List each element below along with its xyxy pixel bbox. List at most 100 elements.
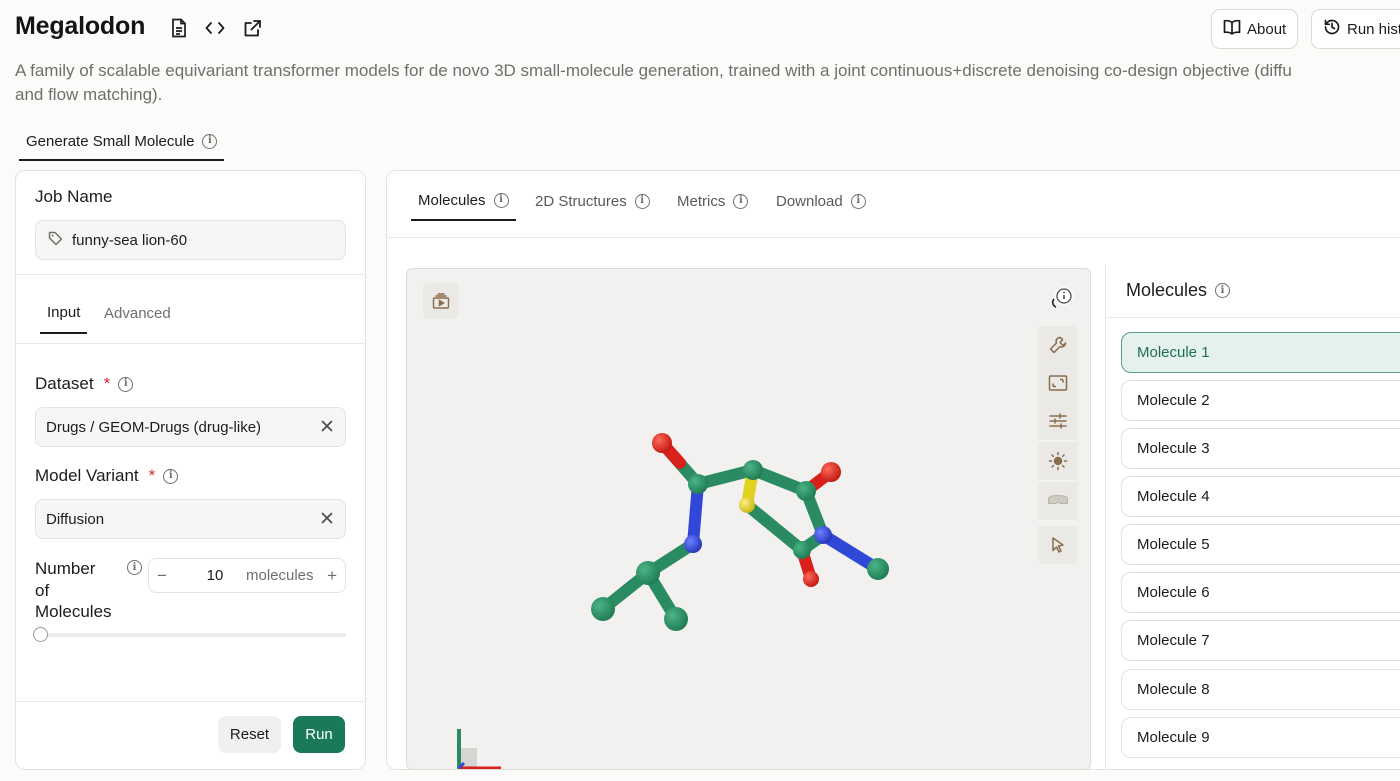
- quantity-value[interactable]: 10: [200, 567, 230, 584]
- tab-2d-structures-label: 2D Structures: [535, 192, 627, 210]
- book-icon: [1223, 19, 1241, 39]
- spinner-icon[interactable]: [1038, 283, 1078, 321]
- axes-gizmo: [457, 729, 501, 769]
- dataset-label-text: Dataset: [35, 374, 94, 393]
- molecule-structure: [457, 433, 889, 769]
- tab-molecules[interactable]: Molecules i: [411, 181, 516, 221]
- carbon-atom: [867, 558, 889, 580]
- info-icon[interactable]: i: [850, 193, 866, 209]
- glasses-icon[interactable]: [1038, 482, 1078, 520]
- tab-metrics[interactable]: Metrics i: [677, 181, 749, 221]
- carbon-atom: [743, 460, 763, 480]
- model-variant-label-text: Model Variant: [35, 466, 139, 485]
- wrench-icon[interactable]: [1038, 326, 1078, 364]
- dataset-value: Drugs / GEOM-Drugs (drug-like): [46, 418, 262, 436]
- molecules-panel-title: Molecules i: [1126, 280, 1231, 301]
- list-item-molecule-2[interactable]: Molecule 2: [1121, 380, 1400, 421]
- tab-input[interactable]: Input: [40, 292, 88, 334]
- model-variant-label: Model Variant * i: [35, 466, 179, 486]
- run-history-label: Run hist: [1347, 20, 1400, 38]
- label-line: Molecules: [35, 602, 112, 621]
- info-icon[interactable]: i: [634, 193, 650, 209]
- divider: [16, 274, 365, 275]
- tab-generate-small-molecule[interactable]: Generate Small Molecule i: [19, 123, 225, 161]
- clear-icon[interactable]: [321, 511, 333, 528]
- list-item-molecule-9[interactable]: Molecule 9: [1121, 717, 1400, 758]
- quantity-stepper[interactable]: − 10 molecules +: [148, 558, 346, 593]
- external-link-icon[interactable]: [241, 17, 263, 39]
- run-button[interactable]: Run: [293, 716, 345, 753]
- required-mark: *: [103, 374, 111, 393]
- info-icon[interactable]: i: [127, 560, 142, 575]
- job-name-input[interactable]: funny-sea lion-60: [35, 220, 346, 260]
- job-name-label: Job Name: [35, 187, 112, 207]
- carbon-atom: [664, 607, 688, 631]
- about-label: About: [1247, 20, 1287, 38]
- info-icon[interactable]: i: [733, 193, 749, 209]
- run-history-button[interactable]: Run hist: [1311, 9, 1400, 49]
- divider: [1105, 265, 1106, 770]
- molecule-3d-viewer[interactable]: [406, 268, 1091, 770]
- tab-2d-structures[interactable]: 2D Structures i: [535, 181, 650, 221]
- list-item-molecule-7[interactable]: Molecule 7: [1121, 620, 1400, 661]
- carbon-atom: [636, 561, 660, 585]
- number-of-molecules-label: Number of Molecules: [35, 558, 112, 623]
- carbon-atom: [793, 541, 811, 559]
- model-variant-select[interactable]: Diffusion: [35, 499, 346, 539]
- sulfur-atom: [739, 497, 755, 513]
- clear-icon[interactable]: [321, 419, 333, 436]
- about-button[interactable]: About: [1211, 9, 1299, 49]
- oxygen-atom: [652, 433, 672, 453]
- list-item-molecule-8[interactable]: Molecule 8: [1121, 669, 1400, 710]
- quantity-slider-track[interactable]: [40, 633, 346, 637]
- molecules-panel-title-text: Molecules: [1126, 280, 1208, 300]
- info-icon[interactable]: i: [1215, 283, 1231, 298]
- cursor-icon[interactable]: [1038, 526, 1078, 564]
- quantity-unit: molecules: [246, 567, 314, 584]
- carbon-atom: [796, 481, 816, 501]
- tab-molecules-label: Molecules: [418, 191, 486, 209]
- required-mark: *: [148, 466, 156, 485]
- nitrogen-atom: [814, 526, 832, 544]
- document-icon[interactable]: [168, 17, 190, 39]
- list-item-molecule-4[interactable]: Molecule 4: [1121, 476, 1400, 517]
- screenshot-icon[interactable]: [1038, 364, 1078, 402]
- list-item-molecule-5[interactable]: Molecule 5: [1121, 524, 1400, 565]
- oxygen-atom: [803, 571, 819, 587]
- divider: [387, 237, 1400, 238]
- dataset-select[interactable]: Drugs / GEOM-Drugs (drug-like): [35, 407, 346, 447]
- tab-download-label: Download: [776, 192, 843, 210]
- decrement-button[interactable]: −: [157, 566, 173, 586]
- sun-icon[interactable]: [1038, 442, 1078, 480]
- list-item-molecule-6[interactable]: Molecule 6: [1121, 572, 1400, 613]
- bond: [741, 499, 808, 556]
- info-icon[interactable]: i: [118, 376, 134, 392]
- list-item-molecule-1[interactable]: Molecule 1: [1121, 332, 1400, 373]
- dataset-label: Dataset * i: [35, 374, 134, 394]
- increment-button[interactable]: +: [327, 566, 337, 586]
- label-line: Number: [35, 559, 96, 578]
- job-name-label-text: Job Name: [35, 187, 113, 206]
- divider: [1106, 317, 1400, 318]
- tab-download[interactable]: Download i: [776, 181, 866, 221]
- info-icon[interactable]: i: [202, 133, 218, 149]
- info-icon[interactable]: i: [163, 468, 179, 484]
- tab-advanced[interactable]: Advanced: [104, 292, 171, 334]
- job-name-value: funny-sea lion-60: [72, 231, 188, 249]
- app-page: Megalodon About Run hist A family of sca…: [0, 0, 1400, 781]
- tab-metrics-label: Metrics: [677, 192, 726, 210]
- tab-generate-small-molecule-label: Generate Small Molecule: [26, 132, 195, 150]
- description-line-2: and flow matching).: [15, 85, 163, 104]
- info-icon[interactable]: i: [493, 192, 509, 208]
- quantity-slider-thumb[interactable]: [33, 627, 48, 642]
- page-title: Megalodon: [15, 12, 146, 40]
- divider: [16, 701, 365, 702]
- model-variant-value: Diffusion: [46, 510, 105, 528]
- carbon-atom: [688, 474, 708, 494]
- sliders-icon[interactable]: [1038, 402, 1078, 440]
- page-description: A family of scalable equivariant transfo…: [15, 59, 1400, 107]
- nitrogen-atom: [684, 535, 702, 553]
- code-icon[interactable]: [204, 17, 226, 39]
- list-item-molecule-3[interactable]: Molecule 3: [1121, 428, 1400, 469]
- reset-button[interactable]: Reset: [218, 716, 281, 753]
